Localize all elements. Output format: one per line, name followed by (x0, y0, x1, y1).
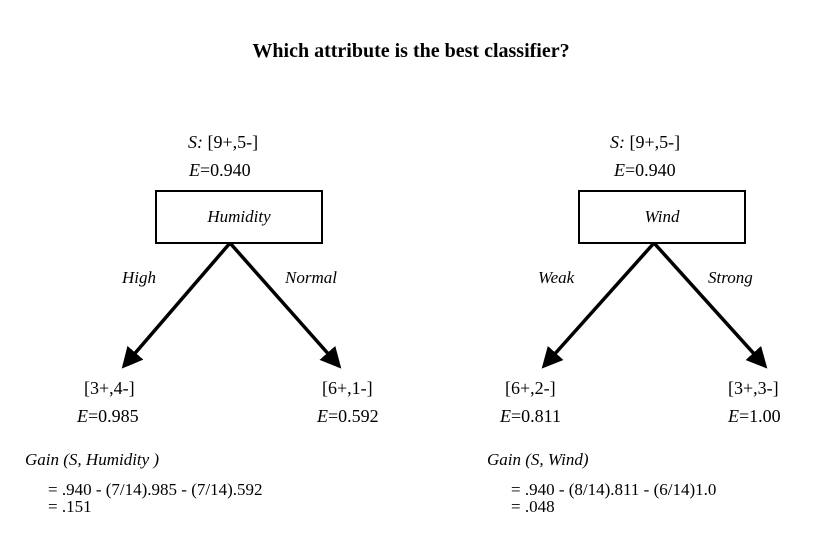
e-label: E (317, 406, 328, 426)
s-label: S: (188, 132, 203, 152)
branch-label-high: High (122, 268, 156, 287)
wind-gain-result: = .048 (511, 497, 555, 516)
wind-right-leaf-counts: [3+,3-] (728, 378, 779, 398)
wind-root-s: S: [9+,5-] (610, 132, 680, 153)
humidity-left-leaf-entropy: E=0.985 (77, 406, 139, 427)
humidity-root-s: S: [9+,5-] (188, 132, 258, 153)
e-value: =0.592 (328, 406, 379, 426)
edge-wind-strong (652, 241, 768, 369)
wind-left-leaf-counts: [6+,2-] (505, 378, 556, 398)
wind-attribute-node: Wind (578, 190, 746, 244)
e-value: =0.811 (511, 406, 561, 426)
humidity-gain-result: = .151 (48, 497, 92, 516)
humidity-right-leaf-entropy: E=0.592 (317, 406, 379, 427)
e-label: E (728, 406, 739, 426)
edge-wind-weak (541, 241, 656, 369)
humidity-right-leaf-counts: [6+,1-] (322, 378, 373, 398)
humidity-left-leaf-counts: [3+,4-] (84, 378, 135, 398)
e-label: E (189, 160, 200, 180)
wind-left-leaf-entropy: E=0.811 (500, 406, 561, 427)
branch-label-strong: Strong (708, 268, 753, 287)
s-label: S: (610, 132, 625, 152)
edge-humidity-normal (228, 241, 342, 369)
e-value: =0.940 (625, 160, 676, 180)
humidity-gain-label: Gain (S, Humidity ) (25, 450, 160, 469)
attribute-label: Humidity (207, 207, 271, 226)
e-value: =1.00 (739, 406, 781, 426)
e-label: E (614, 160, 625, 180)
attribute-label: Wind (644, 207, 680, 226)
e-value: =0.940 (200, 160, 251, 180)
wind-right-leaf-entropy: E=1.00 (728, 406, 781, 427)
e-label: E (77, 406, 88, 426)
s-value: [9+,5-] (629, 132, 681, 152)
e-value: =0.985 (88, 406, 139, 426)
humidity-attribute-node: Humidity (155, 190, 323, 244)
branch-label-weak: Weak (538, 268, 575, 287)
branch-label-normal: Normal (285, 268, 337, 287)
edge-humidity-high (121, 241, 232, 369)
humidity-root-entropy: E=0.940 (189, 160, 251, 181)
wind-root-entropy: E=0.940 (614, 160, 676, 181)
s-value: [9+,5-] (207, 132, 259, 152)
wind-gain-label: Gain (S, Wind) (487, 450, 589, 469)
e-label: E (500, 406, 511, 426)
